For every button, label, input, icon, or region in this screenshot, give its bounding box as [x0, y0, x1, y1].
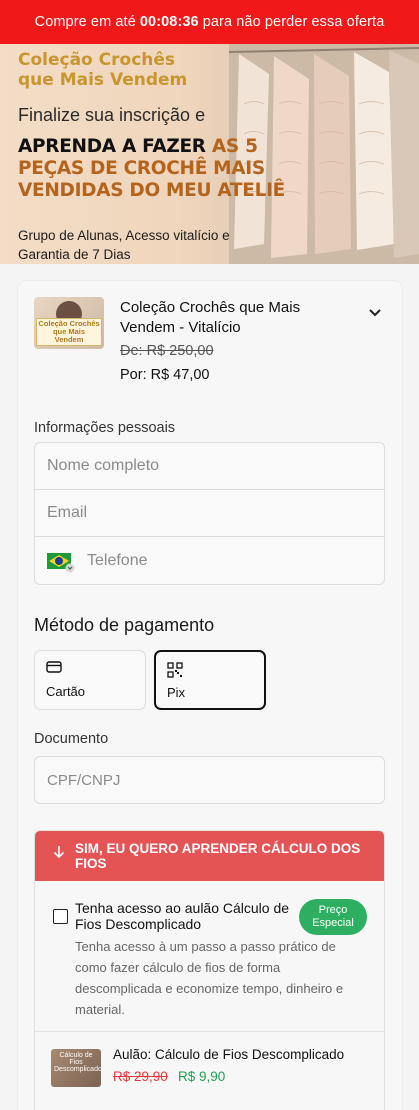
document-field[interactable]: CPF/CNPJ — [34, 756, 385, 804]
order-bump: SIM, EU QUERO APRENDER CÁLCULO DOS FIOS … — [34, 830, 385, 1110]
order-bump-description: Tenha acesso à um passo a passo prático … — [75, 939, 344, 1017]
personal-info-fields: Nome completo Email Telefone — [34, 442, 385, 585]
hero-title: Coleção Crochês que Mais Vendem — [18, 50, 188, 90]
arrow-down-icon — [53, 845, 65, 863]
checkout-card: Coleção Crochês que Mais Vendem Coleção … — [18, 281, 402, 1110]
phone-field[interactable]: Telefone — [35, 537, 384, 584]
hero-headline: APRENDA A FAZER AS 5 PEÇAS DE CROCHÊ MAI… — [18, 136, 285, 201]
countdown-suffix: para não perder essa oferta — [202, 14, 385, 30]
payment-card-label: Cartão — [46, 684, 86, 699]
document-label: Documento — [34, 731, 109, 747]
payment-pix-label: Pix — [167, 685, 186, 700]
hero-subtitle: Finalize sua inscrição e — [18, 105, 206, 125]
countdown-prefix: Compre em até — [34, 14, 136, 30]
order-bump-header-text: SIM, EU QUERO APRENDER CÁLCULO DOS FIOS — [75, 841, 361, 871]
hero-footer: Grupo de Alunas, Acesso vitalício e Gara… — [18, 228, 230, 262]
payment-card-option[interactable]: Cartão — [34, 650, 146, 710]
order-bump-item-thumbnail: Cálculo de Fios Descomplicado — [51, 1049, 102, 1087]
countdown-bar: Compre em até 00:08:36 para não perder e… — [0, 0, 419, 44]
order-bump-item-old-price: R$ 29,90 — [113, 1069, 168, 1084]
product-old-price: De: R$ 250,00 — [120, 343, 214, 359]
credit-card-icon — [46, 661, 62, 673]
email-field[interactable]: Email — [35, 490, 384, 537]
order-bump-header[interactable]: SIM, EU QUERO APRENDER CÁLCULO DOS FIOS — [35, 831, 384, 881]
payment-pix-option[interactable]: Pix — [154, 650, 266, 710]
product-thumbnail: Coleção Crochês que Mais Vendem — [34, 297, 104, 349]
special-price-badge: Preço Especial — [299, 899, 367, 935]
order-bump-item-price: R$ 9,90 — [178, 1069, 226, 1084]
phone-placeholder: Telefone — [87, 551, 148, 569]
countdown-timer: 00:08:36 — [139, 14, 199, 30]
name-field[interactable]: Nome completo — [35, 443, 384, 490]
order-bump-item-title: Aulão: Cálculo de Fios Descomplicado — [113, 1047, 345, 1062]
product-price: Por: R$ 47,00 — [120, 367, 210, 383]
chevron-down-icon[interactable] — [368, 305, 382, 321]
product-name: Coleção Crochês que Mais Vendem - Vitalí… — [120, 299, 301, 336]
order-bump-title: Tenha acesso ao aulão Cálculo de Fios De… — [75, 900, 290, 932]
divider — [35, 1031, 384, 1032]
brazil-flag-icon[interactable] — [47, 551, 75, 572]
personal-info-label: Informações pessoais — [34, 420, 176, 436]
qr-code-icon — [167, 662, 183, 678]
payment-method-title: Método de pagamento — [34, 615, 215, 635]
order-bump-checkbox[interactable] — [53, 909, 68, 924]
hero-banner: Coleção Crochês que Mais Vendem Finalize… — [0, 44, 419, 264]
